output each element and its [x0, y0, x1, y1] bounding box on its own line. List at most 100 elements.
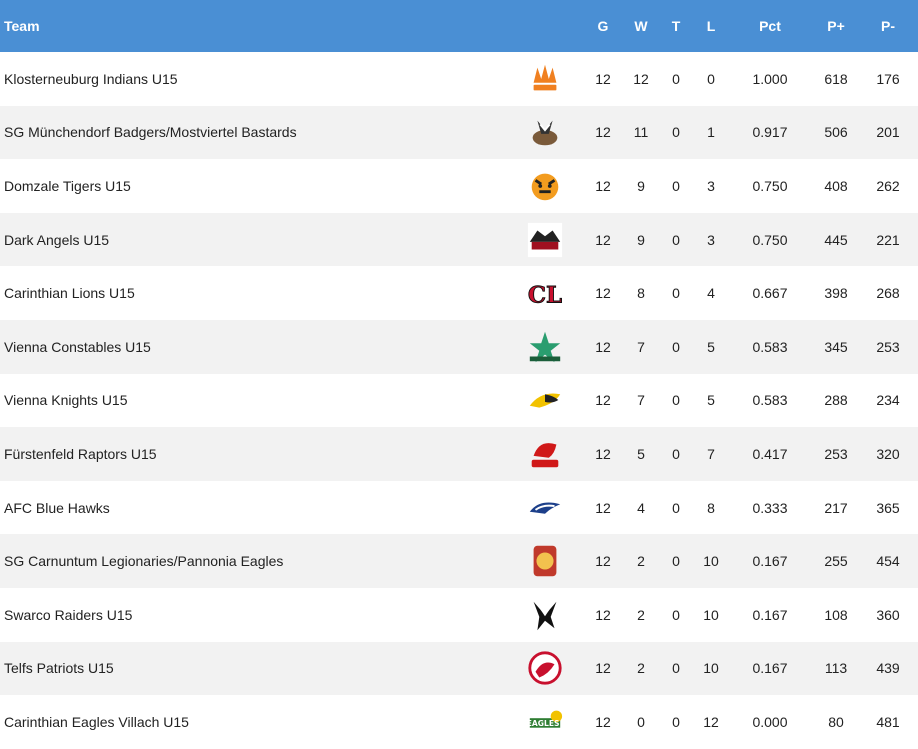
eagles-logo-icon: EAGLES: [526, 703, 564, 741]
header-logo: [510, 0, 580, 52]
constables-logo-icon: [526, 328, 564, 366]
team-name[interactable]: Carinthian Eagles Villach U15: [0, 695, 510, 749]
ties-cell: 0: [672, 499, 680, 516]
header-losses[interactable]: L: [696, 0, 726, 52]
table-row[interactable]: Domzale Tigers U15 12 9 0 3 0.750 408 262: [0, 159, 918, 213]
team-name[interactable]: Fürstenfeld Raptors U15: [0, 427, 510, 481]
team-logo-cell: [510, 427, 580, 481]
ties-cell: 0: [672, 70, 680, 87]
header-points-for[interactable]: P+: [814, 0, 858, 52]
losses-cell: 10: [703, 660, 719, 677]
svg-text:CL: CL: [528, 283, 562, 309]
games-cell: 12: [595, 445, 611, 462]
games-cell: 12: [595, 231, 611, 248]
losses-cell: 5: [707, 392, 715, 409]
team-name[interactable]: Vienna Constables U15: [0, 320, 510, 374]
wins-cell: 11: [633, 124, 649, 141]
table-row[interactable]: Fürstenfeld Raptors U15 12 5 0 7 0.417 253 320: [0, 427, 918, 481]
points-for-cell: 80: [828, 713, 844, 730]
games-cell: 12: [595, 177, 611, 194]
team-logo-cell: EAGLES: [510, 695, 580, 749]
points-against-cell: 201: [876, 124, 900, 141]
pct-cell: 0.917: [752, 124, 788, 141]
team-logo-cell: CL: [510, 266, 580, 320]
points-for-cell: 288: [824, 392, 848, 409]
wins-cell: 2: [637, 553, 645, 570]
points-for-cell: 217: [824, 499, 848, 516]
points-against-cell: 454: [876, 553, 900, 570]
pct-cell: 0.583: [752, 338, 788, 355]
team-name[interactable]: Domzale Tigers U15: [0, 159, 510, 213]
ties-cell: 0: [672, 445, 680, 462]
ties-cell: 0: [672, 124, 680, 141]
team-name[interactable]: Vienna Knights U15: [0, 374, 510, 428]
header-ties[interactable]: T: [656, 0, 696, 52]
team-name[interactable]: SG Münchendorf Badgers/Mostviertel Basta…: [0, 106, 510, 160]
table-row[interactable]: SG Carnuntum Legionaries/Pannonia Eagles…: [0, 534, 918, 588]
ties-cell: 0: [672, 285, 680, 302]
pct-cell: 0.167: [752, 606, 788, 623]
indians-logo-icon: [526, 60, 564, 98]
games-cell: 12: [595, 285, 611, 302]
table-row[interactable]: SG Münchendorf Badgers/Mostviertel Basta…: [0, 105, 918, 160]
table-row[interactable]: Carinthian Eagles Villach U15 EAGLES 12 0 0 1…: [0, 695, 918, 749]
table-row[interactable]: Vienna Knights U15 12 7 0 5 0.583 288 234: [0, 373, 918, 428]
pct-cell: 0.167: [752, 553, 788, 570]
pct-cell: 0.333: [752, 499, 788, 516]
ties-cell: 0: [672, 606, 680, 623]
team-name[interactable]: SG Carnuntum Legionaries/Pannonia Eagles: [0, 534, 510, 588]
points-against-cell: 176: [876, 70, 900, 87]
games-cell: 12: [595, 70, 611, 87]
blue-hawks-logo-icon: [526, 489, 564, 527]
ties-cell: 0: [672, 338, 680, 355]
table-row[interactable]: Vienna Constables U15 12 7 0 5 0.583 345 253: [0, 319, 918, 374]
header-team[interactable]: Team: [0, 0, 510, 52]
table-row[interactable]: Dark Angels U15 12 9 0 3 0.750 445 221: [0, 212, 918, 267]
table-row[interactable]: AFC Blue Hawks 12 4 0 8 0.333 217 365: [0, 480, 918, 535]
header-wins[interactable]: W: [626, 0, 656, 52]
points-against-cell: 253: [876, 338, 900, 355]
table-row[interactable]: Swarco Raiders U15 12 2 0 10 0.167 108 360: [0, 587, 918, 642]
pct-cell: 0.750: [752, 177, 788, 194]
standings-table: Team G W T L Pct P+ P- Klosterneuburg In…: [0, 0, 918, 749]
table-row[interactable]: Carinthian Lions U15 CL 12 8 0 4 0.667 398 268: [0, 266, 918, 320]
table-row[interactable]: Klosterneuburg Indians U15 12 12 0 0 1.000 618…: [0, 52, 918, 106]
games-cell: 12: [595, 660, 611, 677]
pct-cell: 0.667: [752, 285, 788, 302]
tigers-logo-icon: [526, 167, 564, 205]
badgers-logo-icon: [526, 113, 564, 151]
points-for-cell: 506: [824, 124, 848, 141]
team-name[interactable]: AFC Blue Hawks: [0, 481, 510, 535]
losses-cell: 10: [703, 606, 719, 623]
header-games[interactable]: G: [580, 0, 626, 52]
games-cell: 12: [595, 499, 611, 516]
games-cell: 12: [595, 392, 611, 409]
points-against-cell: 439: [876, 660, 900, 677]
wins-cell: 2: [637, 660, 645, 677]
ties-cell: 0: [672, 177, 680, 194]
team-name[interactable]: Klosterneuburg Indians U15: [0, 52, 510, 106]
losses-cell: 10: [703, 553, 719, 570]
header-points-against[interactable]: P-: [858, 0, 918, 52]
points-against-cell: 365: [876, 499, 900, 516]
points-for-cell: 618: [824, 70, 848, 87]
wins-cell: 5: [637, 445, 645, 462]
team-logo-cell: [510, 106, 580, 160]
team-name[interactable]: Carinthian Lions U15: [0, 266, 510, 320]
losses-cell: 7: [707, 445, 715, 462]
ties-cell: 0: [672, 231, 680, 248]
pct-cell: 0.750: [752, 231, 788, 248]
table-row[interactable]: Telfs Patriots U15 12 2 0 10 0.167 113 439: [0, 641, 918, 696]
team-name[interactable]: Telfs Patriots U15: [0, 642, 510, 696]
pct-cell: 0.417: [752, 445, 788, 462]
header-pct[interactable]: Pct: [726, 0, 814, 52]
team-logo-cell: [510, 588, 580, 642]
team-logo-cell: [510, 320, 580, 374]
team-name[interactable]: Swarco Raiders U15: [0, 588, 510, 642]
team-name[interactable]: Dark Angels U15: [0, 213, 510, 267]
ties-cell: 0: [672, 713, 680, 730]
losses-cell: 4: [707, 285, 715, 302]
points-for-cell: 113: [824, 660, 848, 677]
wins-cell: 7: [637, 338, 645, 355]
points-against-cell: 268: [876, 285, 900, 302]
